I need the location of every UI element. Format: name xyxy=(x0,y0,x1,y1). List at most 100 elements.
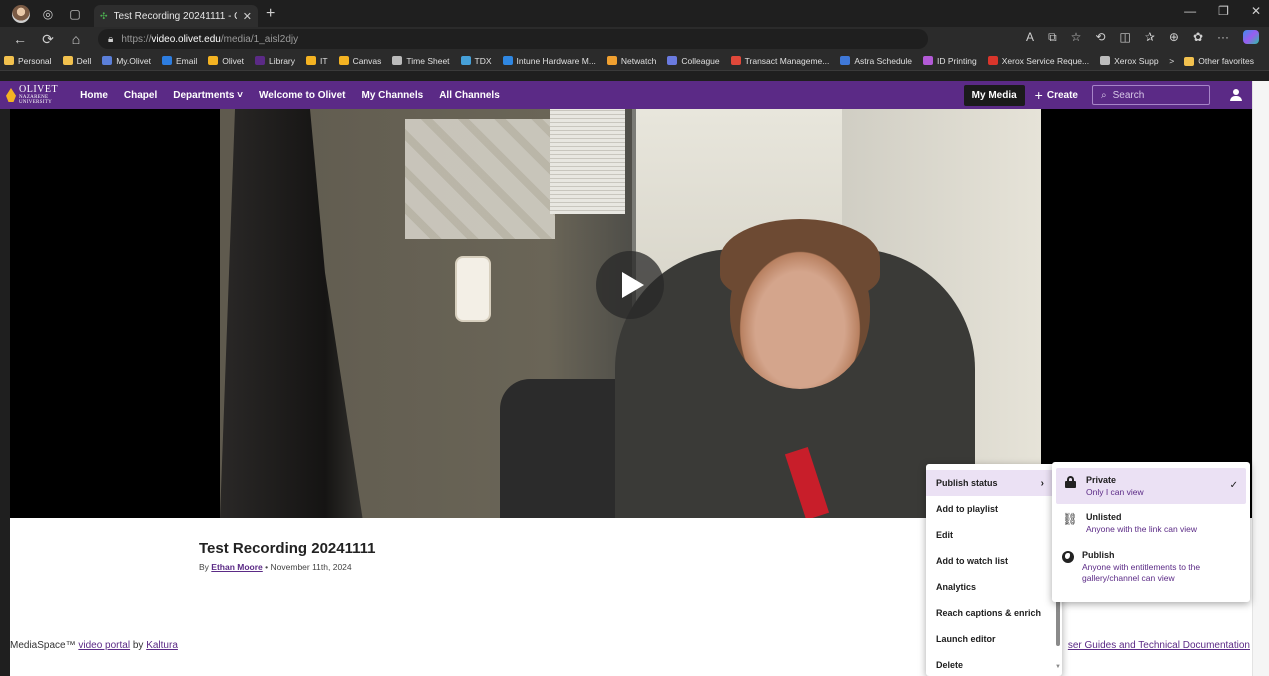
read-aloud-icon[interactable]: A xyxy=(1026,30,1034,45)
link-icon: ⛓ xyxy=(1062,512,1078,527)
app-available-icon[interactable]: ⧉ xyxy=(1048,30,1057,45)
user-guides-link[interactable]: ser Guides and Technical Documentation xyxy=(1068,640,1250,651)
back-button[interactable]: ← xyxy=(6,31,34,47)
publish-option-private[interactable]: Private Only I can view ✓ xyxy=(1056,468,1246,505)
tab-close-icon[interactable]: ✕ xyxy=(243,10,252,23)
bookmark-item[interactable]: ID Printing xyxy=(923,56,977,66)
browser-window: ◎ ▢ ✣ Test Recording 20241111 - Olivet ✕… xyxy=(0,0,1269,676)
workspaces-icon[interactable]: ◎ xyxy=(39,5,57,23)
media-date: November 11th, 2024 xyxy=(270,562,352,572)
video-scene-papers xyxy=(405,119,555,239)
menu-add-to-playlist[interactable]: Add to playlist xyxy=(926,496,1062,522)
bookmark-item[interactable]: Dell xyxy=(62,56,91,66)
bookmark-favicon-icon xyxy=(255,56,266,65)
menu-publish-status[interactable]: Publish status › xyxy=(926,470,1062,496)
bookmark-favicon-icon xyxy=(306,56,316,65)
video-scene-coat xyxy=(220,109,363,518)
bookmark-label: Netwatch xyxy=(620,55,657,66)
nav-home[interactable]: Home xyxy=(80,90,108,101)
bookmark-item[interactable]: My.Olivet xyxy=(102,56,151,66)
bookmark-item[interactable]: Astra Schedule xyxy=(840,56,912,66)
menu-edit[interactable]: Edit xyxy=(926,522,1062,548)
profile-avatar[interactable] xyxy=(12,4,30,23)
header-actions: My Media + Create ⌕ Search xyxy=(963,81,1244,109)
publish-option-publish[interactable]: Publish Anyone with entitlements to the … xyxy=(1052,542,1250,590)
other-favorites-folder[interactable]: Other favorites xyxy=(1184,56,1254,66)
bookmark-item[interactable]: Netwatch xyxy=(606,55,657,66)
bookmark-favicon-icon xyxy=(460,56,471,65)
by-label: By xyxy=(199,562,209,572)
author-link[interactable]: Ethan Moore xyxy=(211,562,262,572)
menu-launch-editor[interactable]: Launch editor xyxy=(926,626,1062,652)
create-button[interactable]: + Create xyxy=(1035,87,1078,103)
bookmark-item[interactable]: Personal xyxy=(4,56,52,66)
search-input[interactable]: ⌕ Search xyxy=(1092,85,1210,105)
chevron-right-icon: › xyxy=(1040,477,1044,489)
menu-publish-status-label: Publish status xyxy=(936,478,998,488)
bookmark-item[interactable]: Intune Hardware M... xyxy=(502,55,596,66)
nav-chapel[interactable]: Chapel xyxy=(124,90,157,101)
menu-reach-captions[interactable]: Reach captions & enrich xyxy=(926,600,1062,626)
kaltura-link[interactable]: Kaltura xyxy=(146,640,178,651)
bookmark-favicon-icon xyxy=(4,56,14,65)
bookmarks-more-button[interactable]: > xyxy=(1169,56,1174,66)
url-prefix: https:// xyxy=(121,33,152,45)
nav-departments[interactable]: Departments ˅ xyxy=(173,90,243,101)
address-bar[interactable]: 🔒︎ https://video.olivet.edu/media/1_aisl… xyxy=(98,29,928,49)
bookmark-item[interactable]: IT xyxy=(306,56,328,66)
site-lock-icon[interactable]: 🔒︎ xyxy=(108,34,113,45)
option-desc: Only I can view xyxy=(1086,487,1144,497)
refresh-sync-icon[interactable]: ⟲ xyxy=(1095,30,1105,45)
bookmark-label: Intune Hardware M... xyxy=(516,55,596,66)
restore-button[interactable]: ❐ xyxy=(1218,4,1229,18)
folder-icon xyxy=(1184,56,1195,66)
footer-docs: ser Guides and Technical Documentation xyxy=(1068,640,1250,651)
bookmark-item[interactable]: Canvas xyxy=(338,56,381,66)
copilot-icon[interactable] xyxy=(1243,30,1259,44)
menu-add-to-watch-list[interactable]: Add to watch list xyxy=(926,548,1062,574)
user-icon[interactable] xyxy=(1230,89,1242,101)
nav-my-channels[interactable]: My Channels xyxy=(362,90,424,101)
bookmark-favicon-icon xyxy=(840,56,851,65)
footer-by: by xyxy=(132,640,144,651)
lock-icon xyxy=(1064,476,1076,488)
bookmark-item[interactable]: Olivet xyxy=(208,56,244,66)
bookmark-item[interactable]: Transact Manageme... xyxy=(730,56,829,66)
nav-all-channels[interactable]: All Channels xyxy=(439,90,500,101)
close-window-button[interactable]: ✕ xyxy=(1251,4,1261,18)
publish-option-unlisted[interactable]: ⛓ Unlisted Anyone with the link can view xyxy=(1052,504,1250,542)
tab-active[interactable]: ✣ Test Recording 20241111 - Olivet ✕ xyxy=(94,5,258,27)
minimize-button[interactable]: — xyxy=(1184,4,1196,18)
reload-button[interactable]: ⟳ xyxy=(34,31,62,48)
video-portal-link[interactable]: video portal xyxy=(78,640,130,651)
more-menu-icon[interactable]: ··· xyxy=(1217,30,1229,45)
new-tab-button[interactable]: + xyxy=(266,5,275,23)
olivet-logo[interactable]: OLIVET NAZARENE UNIVERSITY xyxy=(6,85,58,105)
bookmark-item[interactable]: Library xyxy=(255,56,295,66)
collections-icon[interactable]: ⊕ xyxy=(1169,30,1179,45)
menu-analytics[interactable]: Analytics xyxy=(926,574,1062,600)
bookmark-favicon-icon xyxy=(923,56,934,65)
menu-delete[interactable]: Delete xyxy=(926,652,1062,676)
video-player[interactable] xyxy=(10,109,1252,518)
extensions-icon[interactable]: ✿ xyxy=(1193,30,1203,45)
favorites-icon[interactable]: ✰ xyxy=(1145,30,1155,45)
nav-welcome[interactable]: Welcome to Olivet xyxy=(259,90,346,101)
bookmark-favicon-icon xyxy=(338,56,349,65)
bookmark-item[interactable]: TDX xyxy=(460,56,492,66)
my-media-button[interactable]: My Media xyxy=(963,84,1025,106)
bookmark-item[interactable]: Time Sheet xyxy=(392,56,450,66)
footer-credits: MediaSpace™ video portal by Kaltura xyxy=(10,640,178,651)
tab-title: Test Recording 20241111 - Olivet xyxy=(113,10,237,22)
tab-actions-icon[interactable]: ▢ xyxy=(66,5,84,23)
bookmark-label: IT xyxy=(320,55,328,66)
bookmark-item[interactable]: Email xyxy=(162,56,197,66)
scroll-down-icon[interactable]: ▼ xyxy=(1055,664,1061,670)
page-scrollbar[interactable] xyxy=(1252,81,1269,676)
split-screen-icon[interactable]: ◫ xyxy=(1119,30,1130,45)
bookmark-item[interactable]: Colleague xyxy=(667,56,720,66)
favorite-star-icon[interactable]: ☆ xyxy=(1071,30,1082,45)
bookmark-item[interactable]: Xerox Service Reque... xyxy=(987,56,1089,66)
home-button[interactable]: ⌂ xyxy=(62,31,90,47)
play-button[interactable] xyxy=(596,251,664,319)
